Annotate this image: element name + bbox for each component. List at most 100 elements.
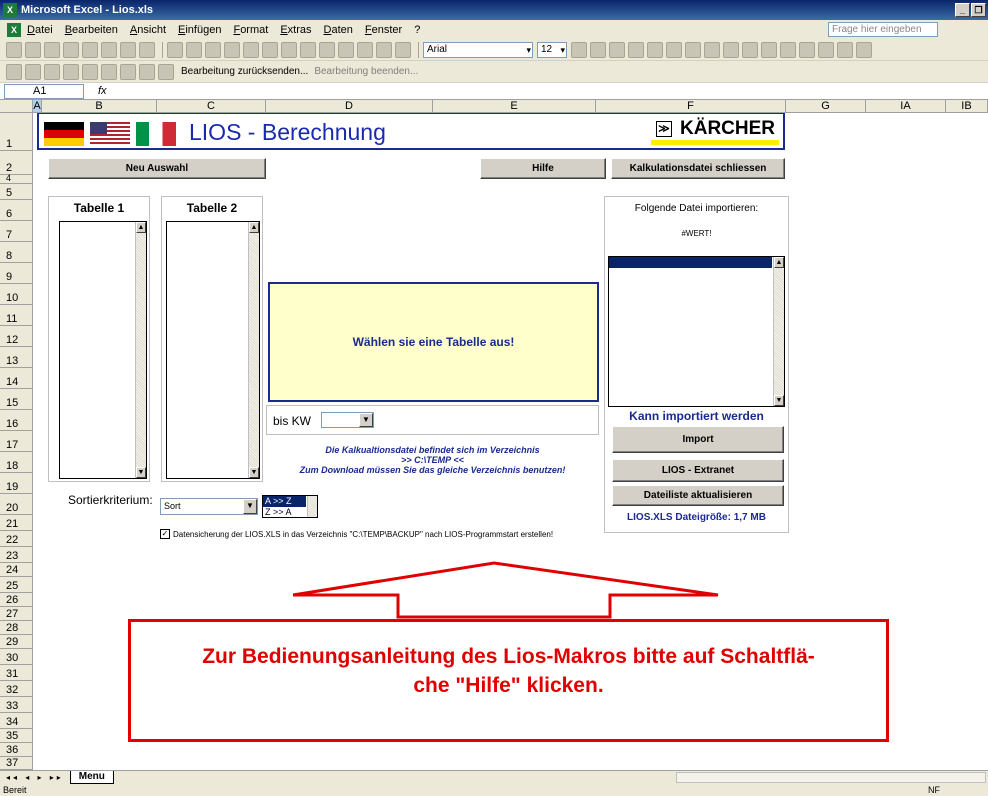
- italian-flag-icon[interactable]: [136, 122, 176, 146]
- bold-icon[interactable]: [571, 41, 587, 58]
- row-header[interactable]: 31: [0, 665, 33, 681]
- percent-icon[interactable]: [723, 41, 739, 58]
- row-header[interactable]: 34: [0, 713, 33, 729]
- row-header[interactable]: 26: [0, 593, 33, 607]
- row-header[interactable]: 24: [0, 563, 33, 577]
- sort-asc-option[interactable]: A >> Z: [263, 496, 306, 507]
- chevron-down-icon[interactable]: ▼: [243, 499, 257, 514]
- print-icon[interactable]: [101, 41, 117, 58]
- drawing-icon[interactable]: [376, 41, 392, 58]
- menu-daten[interactable]: Daten: [324, 24, 353, 36]
- copy-icon[interactable]: [186, 41, 202, 58]
- us-flag-icon[interactable]: [90, 122, 130, 146]
- menu-extras[interactable]: Extras: [280, 24, 311, 36]
- row-header[interactable]: 16: [0, 410, 33, 431]
- row-header[interactable]: 32: [0, 681, 33, 697]
- row-header[interactable]: 17: [0, 431, 33, 452]
- paste-icon[interactable]: [205, 41, 221, 58]
- select-all-corner[interactable]: [0, 100, 33, 113]
- spelling-icon[interactable]: [139, 41, 155, 58]
- permission-icon[interactable]: [63, 41, 79, 58]
- italic-icon[interactable]: [590, 41, 606, 58]
- column-header-a[interactable]: A: [33, 100, 42, 113]
- row-header[interactable]: 19: [0, 473, 33, 494]
- selected-list-row[interactable]: [609, 257, 772, 268]
- align-left-icon[interactable]: [628, 41, 644, 58]
- row-header[interactable]: 2: [0, 151, 33, 175]
- sort-desc-icon[interactable]: [338, 41, 354, 58]
- tab-nav-arrows-icon[interactable]: ◂◂ ◂ ▸ ▸▸: [6, 773, 64, 782]
- review-icon[interactable]: [82, 63, 98, 80]
- increase-decimal-icon[interactable]: [761, 41, 777, 58]
- import-button[interactable]: Import: [612, 426, 784, 453]
- scroll-down-icon[interactable]: ▼: [249, 467, 259, 478]
- menu-bearbeiten[interactable]: Bearbeiten: [65, 24, 118, 36]
- minimize-button[interactable]: _: [955, 3, 970, 17]
- row-header[interactable]: 9: [0, 263, 33, 284]
- row-header[interactable]: 28: [0, 621, 33, 635]
- undo-icon[interactable]: [243, 41, 259, 58]
- scroll-up-icon[interactable]: ▲: [249, 222, 259, 233]
- decrease-decimal-icon[interactable]: [780, 41, 796, 58]
- save-icon[interactable]: [44, 41, 60, 58]
- fill-color-icon[interactable]: [837, 41, 853, 58]
- review-icon[interactable]: [158, 63, 174, 80]
- table1-list[interactable]: ▲ ▼: [59, 221, 147, 479]
- row-header[interactable]: 23: [0, 547, 33, 563]
- row-header[interactable]: 20: [0, 494, 33, 515]
- review-icon[interactable]: [25, 63, 41, 80]
- row-header[interactable]: 7: [0, 221, 33, 242]
- reply-with-changes-button[interactable]: Bearbeitung zurücksenden...: [181, 66, 308, 77]
- font-color-icon[interactable]: [856, 41, 872, 58]
- redo-icon[interactable]: [262, 41, 278, 58]
- row-header[interactable]: 4: [0, 173, 33, 184]
- menu-format[interactable]: Format: [233, 24, 268, 36]
- row-header[interactable]: 33: [0, 697, 33, 713]
- extranet-button[interactable]: LIOS - Extranet: [612, 459, 784, 482]
- table2-list[interactable]: ▲ ▼: [166, 221, 260, 479]
- new-icon[interactable]: [6, 41, 22, 58]
- row-header[interactable]: 21: [0, 515, 33, 531]
- review-icon[interactable]: [63, 63, 79, 80]
- row-header[interactable]: 13: [0, 347, 33, 368]
- help-icon[interactable]: [395, 41, 411, 58]
- format-painter-icon[interactable]: [224, 41, 240, 58]
- import-file-list[interactable]: ▲ ▼: [608, 256, 785, 407]
- row-header[interactable]: 12: [0, 326, 33, 347]
- column-header-f[interactable]: F: [596, 100, 786, 113]
- sort-order-list[interactable]: A >> Z Z >> A: [262, 495, 318, 518]
- scroll-down-icon[interactable]: ▼: [774, 395, 784, 406]
- row-header[interactable]: 29: [0, 635, 33, 649]
- row-header[interactable]: 14: [0, 368, 33, 389]
- row-header[interactable]: 1: [0, 113, 33, 151]
- table1-scrollbar[interactable]: ▲ ▼: [135, 222, 146, 478]
- row-header[interactable]: 18: [0, 452, 33, 473]
- align-center-icon[interactable]: [647, 41, 663, 58]
- german-flag-icon[interactable]: [44, 122, 84, 146]
- column-header-d[interactable]: D: [266, 100, 433, 113]
- open-icon[interactable]: [25, 41, 41, 58]
- kw-select[interactable]: ▼: [321, 412, 374, 428]
- column-header-e[interactable]: E: [433, 100, 596, 113]
- menu-datei[interactable]: Datei: [27, 24, 53, 36]
- row-header[interactable]: 27: [0, 607, 33, 621]
- row-header[interactable]: 22: [0, 531, 33, 547]
- help-button[interactable]: Hilfe: [480, 158, 606, 179]
- end-review-button[interactable]: Bearbeitung beenden...: [314, 66, 418, 77]
- hyperlink-icon[interactable]: [281, 41, 297, 58]
- sheet-tab-menu[interactable]: Menu: [69, 771, 114, 784]
- scroll-up-icon[interactable]: ▲: [774, 257, 784, 268]
- column-header-c[interactable]: C: [157, 100, 266, 113]
- insert-function-icon[interactable]: fx: [98, 85, 107, 97]
- merge-icon[interactable]: [685, 41, 701, 58]
- restore-button[interactable]: ❐: [971, 3, 986, 17]
- align-right-icon[interactable]: [666, 41, 682, 58]
- indent-icon[interactable]: [799, 41, 815, 58]
- workbook-icon[interactable]: X: [7, 22, 21, 37]
- chevron-down-icon[interactable]: ▼: [359, 413, 373, 427]
- column-header-b[interactable]: B: [42, 100, 157, 113]
- borders-icon[interactable]: [818, 41, 834, 58]
- review-icon[interactable]: [44, 63, 60, 80]
- ask-question-input[interactable]: Frage hier eingeben: [828, 22, 938, 37]
- refresh-file-list-button[interactable]: Dateiliste aktualisieren: [612, 485, 784, 506]
